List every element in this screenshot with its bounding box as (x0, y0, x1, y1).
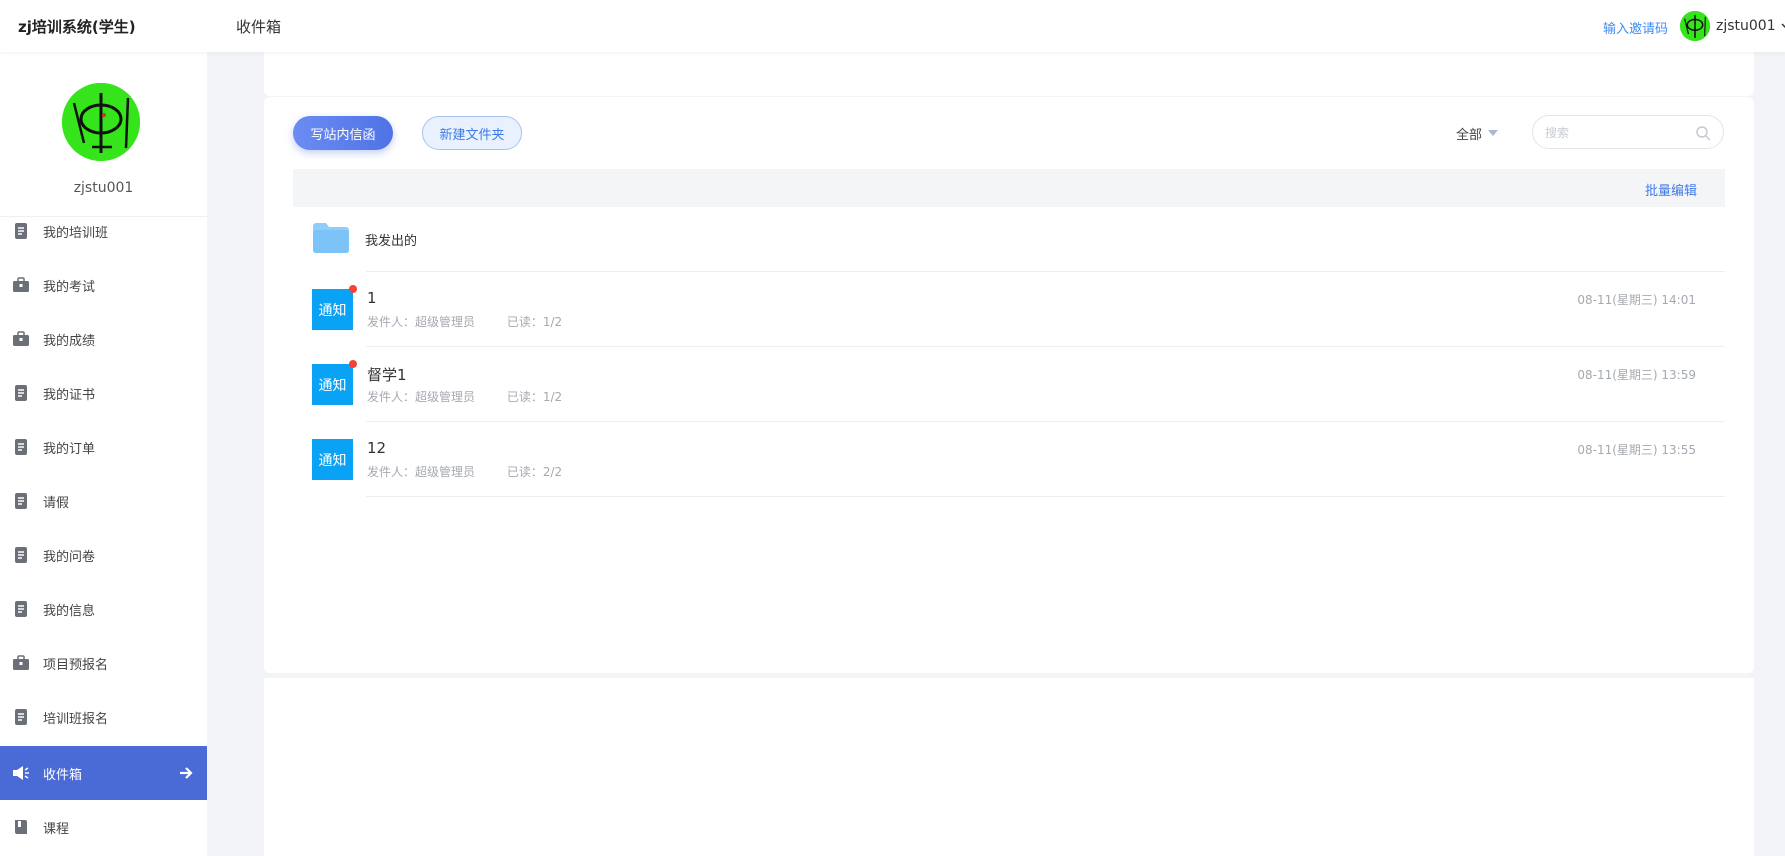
briefcase-icon (13, 655, 29, 670)
top-panel (264, 52, 1754, 96)
avatar-drawing (1680, 11, 1710, 41)
document-icon (15, 439, 27, 455)
sidebar-item-label: 培训班报名 (43, 711, 109, 727)
sidebar-item-label: 我的问卷 (43, 549, 96, 565)
sidebar-item-exam[interactable]: 我的考试 (0, 258, 207, 312)
megaphone-icon (13, 766, 29, 780)
list-header: 批量编辑 (293, 169, 1725, 207)
unread-dot (349, 360, 357, 368)
document-icon (15, 493, 27, 509)
filter-dropdown[interactable]: 全部 (1456, 123, 1499, 143)
notice-badge: 通知 (312, 364, 353, 405)
new-folder-button[interactable]: 新建文件夹 (422, 116, 522, 150)
sidebar-item-pre-registration[interactable]: 项目预报名 (0, 636, 207, 690)
briefcase-icon (13, 331, 29, 346)
document-icon (15, 709, 27, 725)
page-title: 收件箱 (236, 18, 282, 36)
sidebar-item-my-info[interactable]: 我的信息 (0, 582, 207, 636)
message-time: 08-11(星期三) 13:59 (1577, 368, 1696, 382)
sidebar-item-class-registration[interactable]: 培训班报名 (0, 690, 207, 744)
filter-label: 全部 (1456, 127, 1483, 143)
search-input[interactable] (1545, 124, 1685, 142)
folder-label: 我发出的 (365, 234, 418, 249)
sidebar-item-inbox[interactable]: 收件箱 (0, 746, 207, 800)
sidebar-item-leave[interactable]: 请假 (0, 474, 207, 528)
message-meta: 发件人：超级管理员 已读：1/2 (367, 388, 562, 405)
message-row[interactable]: 通知 督学1 发件人：超级管理员 已读：1/2 08-11(星期三) 13:59 (293, 347, 1725, 422)
message-sender: 发件人：超级管理员 (367, 315, 476, 329)
sidebar-item-label: 项目预报名 (43, 657, 109, 673)
user-menu[interactable]: zjstu001 (1680, 10, 1785, 42)
sidebar-item-label: 收件箱 (43, 767, 83, 783)
document-icon (15, 223, 27, 239)
document-icon (15, 385, 27, 401)
sidebar-item-orders[interactable]: 我的订单 (0, 420, 207, 474)
top-header: zj培训系统(学生) 收件箱 输入邀请码 zjstu001 (0, 0, 1785, 52)
message-read-count: 已读：1/2 (506, 390, 563, 404)
sidebar-item-label: 我的订单 (43, 441, 96, 457)
unread-dot (349, 285, 357, 293)
folder-row-sent[interactable]: 我发出的 (293, 207, 1725, 272)
message-title: 1 (367, 289, 377, 307)
avatar-drawing (62, 83, 140, 161)
sidebar-item-label: 我的成绩 (43, 333, 96, 349)
message-meta: 发件人：超级管理员 已读：2/2 (367, 463, 562, 480)
batch-edit-link[interactable]: 批量编辑 (1645, 180, 1697, 199)
sidebar-item-label: 我的考试 (43, 279, 96, 295)
message-title: 12 (367, 439, 387, 457)
sidebar-item-label: 课程 (43, 821, 70, 837)
sidebar-item-courses[interactable]: 课程 (0, 800, 207, 854)
sidebar-item-label: 我的证书 (43, 387, 96, 403)
sidebar-item-scores[interactable]: 我的成绩 (0, 312, 207, 366)
search-box (1532, 115, 1724, 149)
folder-icon (313, 223, 349, 253)
bottom-panel (264, 678, 1754, 856)
chevron-down-icon (1781, 23, 1785, 29)
compose-message-button[interactable]: 写站内信函 (293, 116, 393, 150)
message-sender: 发件人：超级管理员 (367, 390, 476, 404)
caret-down-icon (1488, 130, 1499, 136)
search-icon[interactable] (1695, 125, 1711, 141)
sidebar-item-label: 我的培训班 (43, 225, 109, 241)
message-sender: 发件人：超级管理员 (367, 465, 476, 479)
sidebar: zjstu001 我的培训班 我的考试 我的成绩 我的证书 我的订单 请假 我的… (0, 52, 207, 856)
message-read-count: 已读：2/2 (506, 465, 563, 479)
inbox-panel: 写站内信函 新建文件夹 全部 批量编辑 我发出的 通知 1 发件人：超级管理员 … (264, 97, 1754, 673)
sidebar-item-surveys[interactable]: 我的问卷 (0, 528, 207, 582)
book-icon (15, 820, 27, 834)
sidebar-item-label: 我的信息 (43, 603, 96, 619)
sidebar-item-label: 请假 (43, 495, 70, 511)
app-title: zj培训系统(学生) (18, 18, 136, 36)
message-time: 08-11(星期三) 14:01 (1577, 293, 1696, 307)
profile-section: zjstu001 (0, 52, 207, 217)
profile-name: zjstu001 (73, 180, 134, 196)
invite-code-link[interactable]: 输入邀请码 (1603, 18, 1668, 37)
sidebar-item-training-class[interactable]: 我的培训班 (0, 204, 207, 258)
sidebar-item-certificates[interactable]: 我的证书 (0, 366, 207, 420)
document-icon (15, 601, 27, 617)
message-meta: 发件人：超级管理员 已读：1/2 (367, 313, 562, 330)
notice-badge: 通知 (312, 439, 353, 480)
document-icon (15, 547, 27, 563)
message-read-count: 已读：1/2 (506, 315, 563, 329)
notice-badge: 通知 (312, 289, 353, 330)
message-row[interactable]: 通知 12 发件人：超级管理员 已读：2/2 08-11(星期三) 13:55 (293, 422, 1725, 497)
arrow-right-icon (180, 767, 193, 779)
message-row[interactable]: 通知 1 发件人：超级管理员 已读：1/2 08-11(星期三) 14:01 (293, 272, 1725, 347)
briefcase-icon (13, 277, 29, 292)
avatar (1680, 11, 1710, 41)
header-username: zjstu001 (1716, 18, 1776, 34)
profile-avatar[interactable] (62, 83, 140, 161)
message-title: 督学1 (367, 366, 407, 384)
message-time: 08-11(星期三) 13:55 (1577, 443, 1696, 457)
